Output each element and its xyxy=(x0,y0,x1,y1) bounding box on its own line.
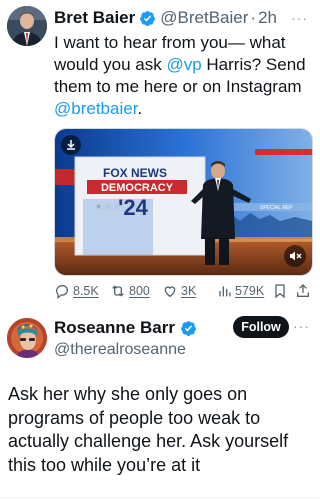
download-icon[interactable] xyxy=(61,135,81,155)
tweet-actions: 8.5K 800 3K 579K xyxy=(54,283,312,303)
repost-icon xyxy=(112,285,124,297)
bookmark-icon xyxy=(275,284,285,299)
svg-text:★ ☆ ☆: ★ ☆ ☆ xyxy=(95,202,121,211)
tweet2-header: Roseanne Barr xyxy=(54,318,201,338)
mute-icon[interactable] xyxy=(284,245,306,267)
share-icon xyxy=(297,284,309,297)
verified-badge-icon xyxy=(181,320,196,336)
screen-title-line2: DEMOCRACY xyxy=(101,182,174,194)
views-button[interactable]: 579K xyxy=(216,283,264,299)
like-count: 3K xyxy=(181,284,197,298)
share-button[interactable] xyxy=(295,283,311,299)
video-media[interactable]: SPECIAL REP FOX NEWS DEMOCRACY '24 ★ ☆ ☆ xyxy=(54,128,313,276)
post-time[interactable]: 2h xyxy=(258,8,277,28)
header-separator: · xyxy=(250,8,257,27)
mention-vp-link[interactable]: @vp xyxy=(166,55,201,74)
more-dots-icon[interactable]: ··· xyxy=(293,318,310,334)
repost-button[interactable]: 800 xyxy=(110,283,150,299)
video-frame: SPECIAL REP FOX NEWS DEMOCRACY '24 ★ ☆ ☆ xyxy=(55,129,312,275)
views-chart-icon xyxy=(219,286,231,297)
roseanne-barr-avatar[interactable] xyxy=(7,318,47,358)
tweet-text-part: . xyxy=(137,99,143,118)
bookmark-button[interactable] xyxy=(272,283,288,299)
tweet-text: Ask her why she only goes on programs of… xyxy=(8,384,289,475)
reply-button[interactable]: 8.5K xyxy=(54,283,99,299)
heart-icon xyxy=(164,286,176,298)
view-count: 579K xyxy=(235,284,265,298)
author-handle[interactable]: @BretBaier xyxy=(160,8,248,28)
author-name[interactable]: Roseanne Barr xyxy=(54,318,175,338)
follow-button[interactable]: Follow xyxy=(233,316,289,338)
tweet-text: I want to hear from you— what would you … xyxy=(54,32,312,120)
like-button[interactable]: 3K xyxy=(162,283,196,299)
ticker-text: SPECIAL REP xyxy=(260,205,293,211)
reply-icon xyxy=(55,284,68,299)
verified-badge-icon xyxy=(140,10,156,26)
author-handle[interactable]: @therealroseanne xyxy=(54,341,186,359)
divider xyxy=(0,497,318,498)
screen-title-line3: '24 xyxy=(118,195,148,220)
reply-count: 8.5K xyxy=(73,284,99,298)
mention-bretbaier-link[interactable]: @bretbaier xyxy=(54,99,137,118)
tweet-header: Bret Baier @BretBaier · 2h xyxy=(54,8,277,28)
author-name[interactable]: Bret Baier xyxy=(54,8,135,28)
bret-baier-avatar[interactable] xyxy=(7,6,47,46)
repost-count: 800 xyxy=(129,284,150,298)
screen-title-line1: FOX NEWS xyxy=(103,166,167,180)
more-dots-icon[interactable]: ··· xyxy=(291,10,308,26)
